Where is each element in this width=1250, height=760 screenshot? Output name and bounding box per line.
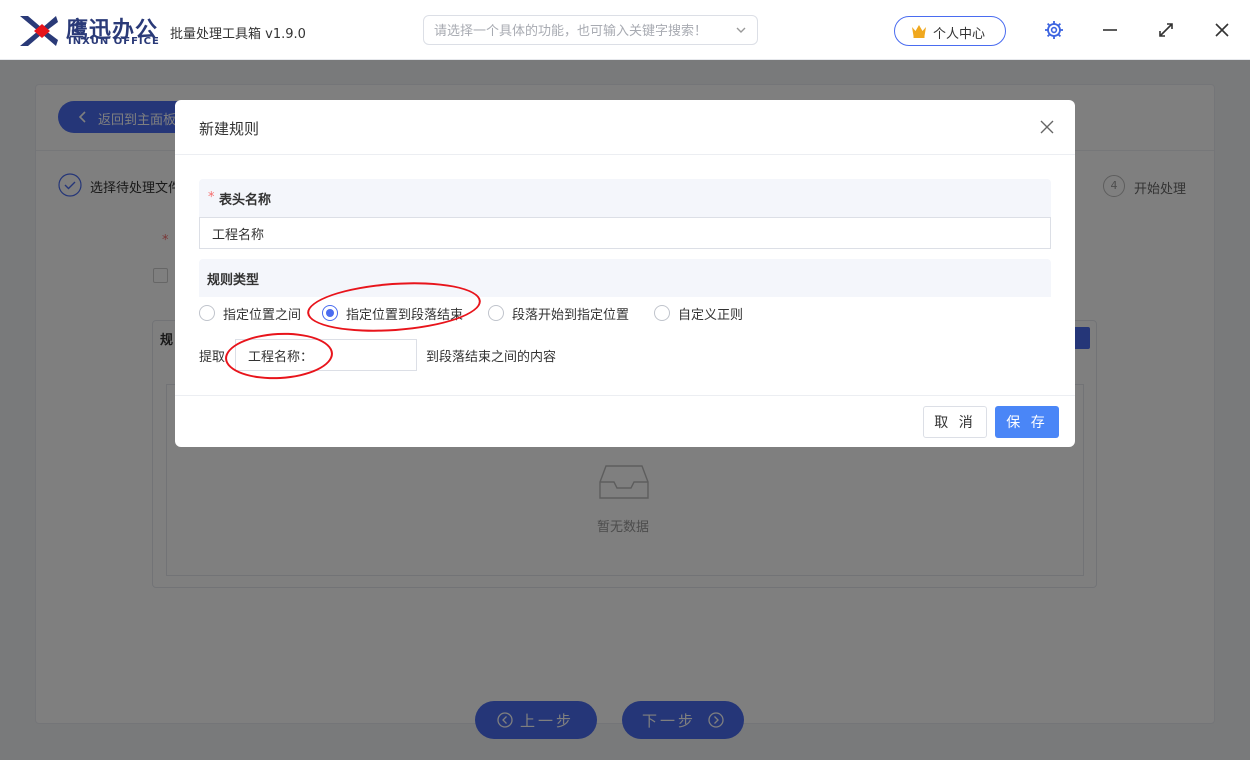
profile-label: 个人中心 (933, 23, 985, 42)
radio-circle[interactable] (654, 305, 670, 321)
profile-button[interactable]: 个人中心 (894, 16, 1006, 46)
app-logo: 鹰迅办公 INXUN OFFICE (18, 10, 168, 50)
app-title: 批量处理工具箱 v1.9.0 (170, 23, 306, 42)
extract-suffix: 到段落结束之间的内容 (426, 346, 556, 365)
required-star: * (208, 190, 215, 205)
title-bar: 鹰迅办公 INXUN OFFICE 批量处理工具箱 v1.9.0 个人中心 (0, 0, 1250, 60)
cancel-button[interactable]: 取 消 (923, 406, 987, 438)
header-name-label: 表头名称 (219, 189, 271, 208)
radio-circle[interactable] (488, 305, 504, 321)
maximize-icon[interactable] (1154, 18, 1178, 42)
close-window-icon[interactable] (1210, 18, 1234, 42)
save-button[interactable]: 保 存 (995, 406, 1059, 438)
dialog-title: 新建规则 (199, 118, 259, 139)
new-rule-dialog: 新建规则 * 表头名称 规则类型 指定位置之间 指定位置到段落结束 段落开始到指… (175, 100, 1075, 447)
header-name-input[interactable] (199, 217, 1051, 249)
extract-prefix: 提取 (199, 346, 225, 365)
minimize-icon[interactable] (1098, 18, 1122, 42)
search-input[interactable] (434, 22, 724, 40)
gear-icon[interactable] (1042, 18, 1066, 42)
logo-text-en: INXUN OFFICE (68, 36, 160, 47)
radio-label: 指定位置之间 (223, 304, 301, 323)
dialog-footer-divider (175, 395, 1075, 396)
header-name-section: * 表头名称 (199, 179, 1051, 217)
rule-type-section: 规则类型 (199, 259, 1051, 297)
radio-label: 段落开始到指定位置 (512, 304, 629, 323)
chevron-down-icon[interactable] (735, 24, 747, 36)
close-icon[interactable] (1039, 119, 1055, 135)
logo-mark-icon (18, 14, 60, 48)
rule-type-label: 规则类型 (207, 269, 259, 288)
crown-icon (911, 24, 927, 38)
search-box[interactable] (423, 15, 758, 45)
radio-circle[interactable] (199, 305, 215, 321)
dialog-header-divider (175, 154, 1075, 155)
radio-label: 自定义正则 (678, 304, 743, 323)
